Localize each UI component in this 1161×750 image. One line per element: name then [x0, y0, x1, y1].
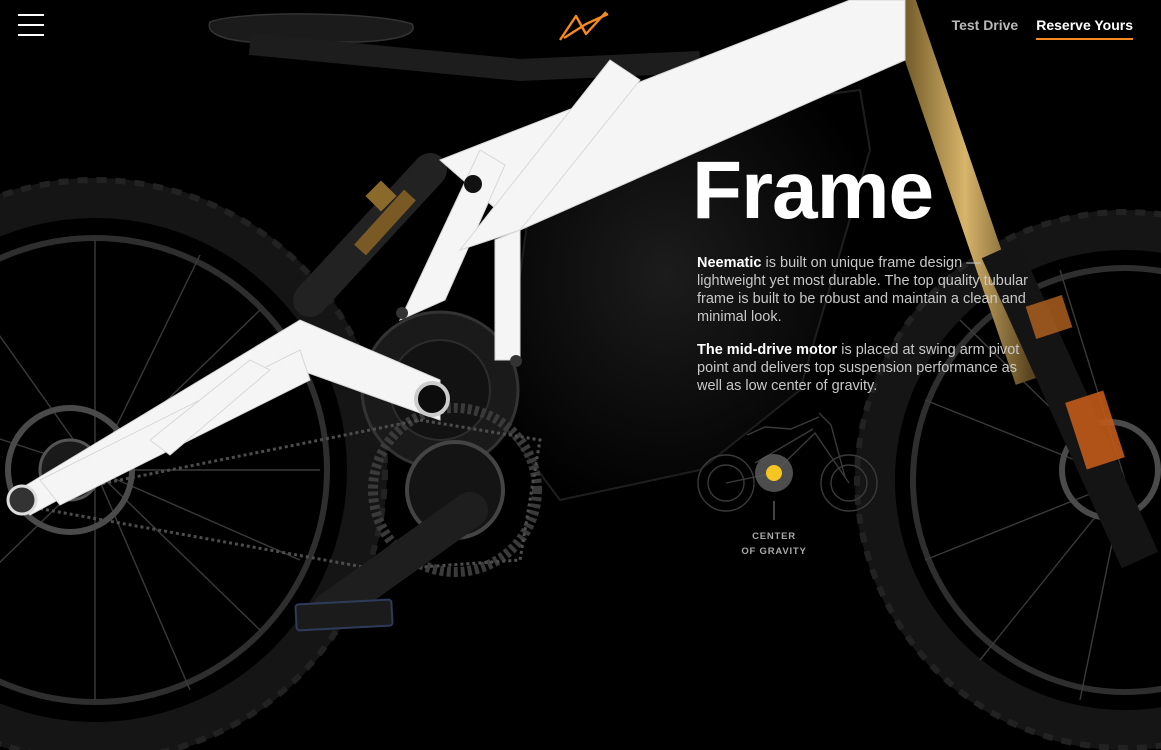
- neematic-logo-icon[interactable]: [556, 8, 612, 44]
- section-title: Frame: [692, 145, 934, 236]
- center-of-gravity-diagram: [697, 412, 878, 520]
- cog-label-line1: CENTER: [752, 531, 796, 542]
- brand-name: Neematic: [697, 255, 762, 271]
- nav-test-drive[interactable]: Test Drive: [952, 17, 1019, 40]
- rear-shock: [293, 153, 447, 317]
- top-nav: Test Drive Reserve Yours: [952, 17, 1133, 40]
- hamburger-menu-icon[interactable]: [18, 14, 45, 38]
- cog-label-line2: OF GRAVITY: [741, 546, 807, 557]
- center-of-gravity-dot: [766, 465, 782, 481]
- nav-reserve-yours[interactable]: Reserve Yours: [1036, 17, 1133, 40]
- motor-highlight: The mid-drive motor: [697, 342, 838, 358]
- frame-description: Neematic is built on unique frame design…: [697, 254, 1037, 326]
- center-of-gravity-label: CENTER OF GRAVITY: [724, 529, 824, 559]
- motor-description: The mid-drive motor is placed at swing a…: [697, 341, 1037, 395]
